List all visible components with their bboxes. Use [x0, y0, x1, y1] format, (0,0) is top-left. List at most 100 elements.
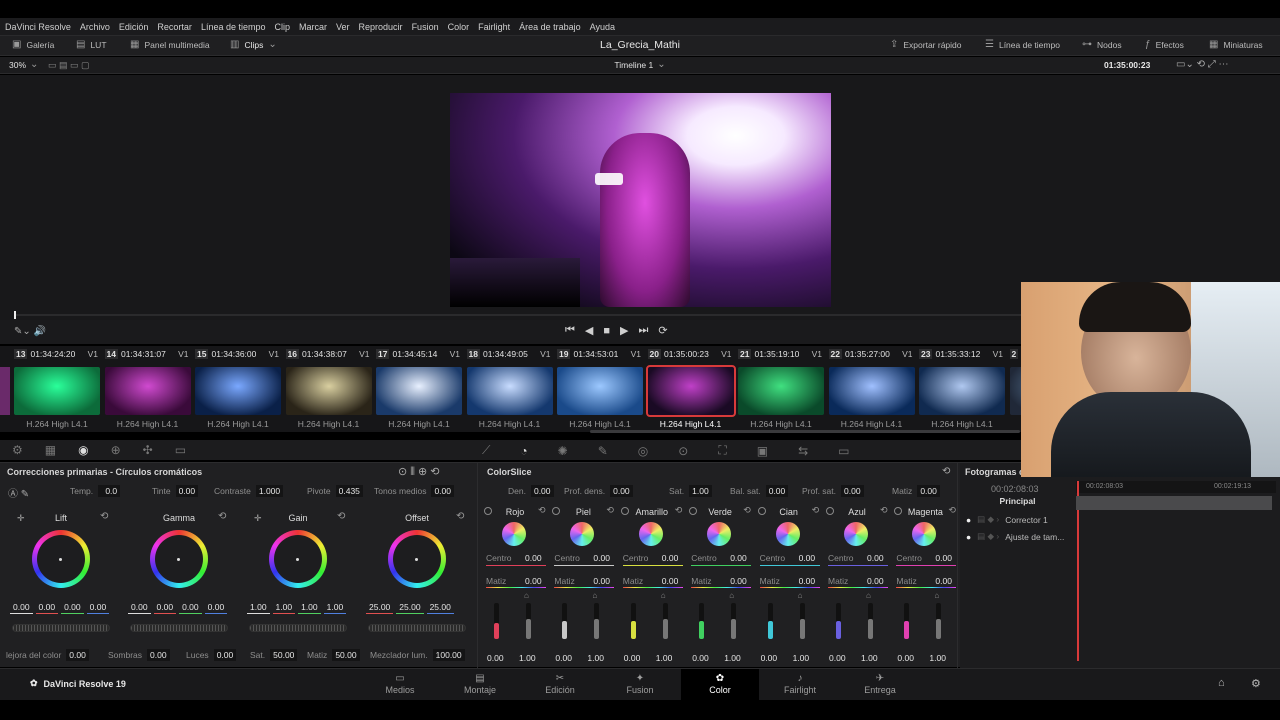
clip-thumbnail[interactable]: 22 01:35:27:00 V1 H.264 High L4.1 — [828, 346, 915, 432]
slice-toggle-icon[interactable] — [552, 507, 561, 515]
keyframe-ruler[interactable]: 00:02:08:03 00:02:19:13 — [1076, 481, 1276, 493]
motion-effects-icon[interactable]: ▭ — [175, 443, 186, 457]
wheel-reset-icon[interactable]: ⟲ — [218, 511, 226, 522]
tab-edición[interactable]: ✂ Edición — [521, 669, 599, 701]
scrubber-playhead[interactable] — [14, 311, 16, 319]
control-value-field[interactable]: 1.000 — [255, 485, 284, 497]
picker-tools[interactable]: ✎⌄ 🔊 — [14, 326, 46, 337]
zoom-select[interactable]: 30% ⌄ — [9, 60, 38, 71]
stop-icon[interactable]: ■ — [603, 325, 610, 337]
wheel-value-field[interactable]: 0.00 — [204, 601, 228, 614]
slice-toggle-icon[interactable] — [484, 507, 492, 515]
slice-hue-value[interactable]: 0.00 — [796, 575, 819, 587]
slice-reset-icon[interactable]: ⟲ — [812, 505, 820, 516]
slice-reset-icon[interactable]: ⟲ — [675, 505, 683, 516]
slice-density-slider[interactable] — [699, 603, 705, 639]
slice-center-value[interactable]: 0.00 — [727, 552, 750, 564]
slice-center-value[interactable]: 0.00 — [590, 552, 613, 564]
color-match-icon[interactable]: ▦ — [45, 443, 56, 457]
slice-saturation-slider[interactable] — [662, 603, 668, 639]
slice-density-slider[interactable] — [836, 603, 841, 639]
menu-item-4[interactable]: Línea de tiempo — [201, 22, 266, 32]
slice-saturation-slider[interactable] — [526, 603, 531, 639]
control-value-field[interactable]: 1.00 — [689, 485, 712, 497]
slice-high-value[interactable]: 1.00 — [516, 652, 539, 664]
slice-toggle-icon[interactable] — [826, 507, 834, 515]
skip-end-icon[interactable]: ⏭ — [639, 324, 649, 337]
wheel-center-dot[interactable] — [296, 558, 299, 561]
control-value-field[interactable]: 0.00 — [530, 485, 554, 497]
thumbnails-button[interactable]: ▦ Miniaturas — [1209, 40, 1263, 51]
slice-high-value[interactable]: 1.00 — [653, 652, 676, 664]
wheel-jog[interactable] — [130, 624, 228, 632]
slice-lock-icon[interactable]: ⌂ — [866, 591, 871, 600]
color-warper-icon[interactable]: ✺ — [558, 444, 568, 458]
tab-entrega[interactable]: ✈ Entrega — [841, 669, 919, 701]
menu-item-2[interactable]: Edición — [119, 22, 149, 32]
keyframe-row-corrector[interactable]: ● ▤ ◆ › Corrector 1 — [966, 514, 1048, 525]
slice-hue-wheel[interactable] — [707, 522, 732, 546]
clip-thumbnail[interactable]: 16 01:34:38:07 V1 H.264 High L4.1 — [285, 346, 372, 432]
slice-hue-value[interactable]: 0.00 — [590, 575, 613, 587]
color-wheels-icon[interactable]: ◉ — [78, 443, 88, 457]
window-icon[interactable]: ◎ — [638, 444, 648, 458]
slice-center-value[interactable]: 0.00 — [659, 552, 682, 564]
clip-thumbnail[interactable]: 18 01:34:49:05 V1 H.264 High L4.1 — [466, 346, 553, 432]
wheel-center-dot[interactable] — [415, 558, 418, 561]
slice-saturation-slider[interactable] — [594, 603, 600, 639]
slice-toggle-icon[interactable] — [894, 507, 903, 515]
slice-hue-value[interactable]: 0.00 — [727, 575, 750, 587]
slice-high-value[interactable]: 1.00 — [584, 652, 607, 664]
viewer-mode-icons[interactable]: ▭ ▤ ▭ ▢ — [48, 60, 90, 71]
slice-density-slider[interactable] — [562, 603, 568, 639]
menu-item-13[interactable]: Ayuda — [590, 22, 615, 32]
slice-lock-icon[interactable]: ⌂ — [798, 591, 803, 600]
control-value-field[interactable]: 50.00 — [270, 649, 298, 661]
slice-density-slider[interactable] — [494, 603, 499, 639]
effects-button[interactable]: ƒ Efectos — [1145, 40, 1184, 51]
loop-icon[interactable]: ⟳ — [658, 324, 667, 337]
wheel-value-field[interactable]: 25.00 — [366, 601, 394, 614]
lut-button[interactable]: ▤ LUT — [76, 40, 107, 51]
timeline-button[interactable]: ☰ Línea de tiempo — [985, 40, 1060, 51]
slice-hue-wheel[interactable] — [502, 522, 526, 546]
video-frame[interactable] — [450, 93, 831, 307]
slice-high-value[interactable]: 1.00 — [926, 652, 949, 664]
skip-start-icon[interactable]: ⏮ — [565, 324, 575, 337]
wheel-value-field[interactable]: 1.00 — [272, 601, 296, 614]
slice-low-value[interactable]: 0.00 — [689, 652, 712, 664]
slice-hue-wheel[interactable] — [638, 522, 663, 546]
slice-lock-icon[interactable]: ⌂ — [729, 591, 734, 600]
wheel-value-field[interactable]: 0.00 — [61, 601, 84, 614]
wheel-value-field[interactable]: 1.00 — [247, 601, 270, 614]
menu-item-5[interactable]: Clip — [274, 22, 290, 32]
control-value-field[interactable]: 0.00 — [431, 485, 454, 497]
wheel-value-field[interactable]: 25.00 — [426, 601, 454, 614]
media-pool-button[interactable]: ▦ Panel multimedia — [130, 40, 210, 51]
slice-lock-icon[interactable]: ⌂ — [592, 591, 597, 600]
wheel-value-field[interactable]: 0.00 — [10, 601, 33, 614]
slice-reset-icon[interactable]: ⟲ — [606, 505, 614, 516]
slice-center-value[interactable]: 0.00 — [932, 552, 955, 564]
viewer-scrubber[interactable] — [14, 314, 1024, 316]
menu-item-0[interactable]: DaVinci Resolve — [5, 22, 71, 32]
slice-lock-icon[interactable]: ⌂ — [934, 591, 939, 600]
wheel-value-field[interactable]: 0.00 — [128, 601, 151, 614]
slice-high-value[interactable]: 1.00 — [721, 652, 744, 664]
control-value-field[interactable]: 0.00 — [66, 649, 89, 661]
viewer-option-icons[interactable]: ▭⌄ ⟲ ⤢ ⋯ — [1176, 59, 1229, 70]
wheel-center-dot[interactable] — [177, 558, 180, 561]
control-value-field[interactable]: 0.00 — [147, 649, 170, 661]
menu-item-11[interactable]: Fairlight — [478, 22, 510, 32]
gallery-button[interactable]: ▣ Galería — [12, 40, 54, 51]
slice-low-value[interactable]: 0.00 — [826, 652, 849, 664]
tab-medios[interactable]: ▭ Medios — [361, 669, 439, 701]
clip-thumbnail[interactable]: 20 01:35:00:23 V1 H.264 High L4.1 — [645, 346, 736, 432]
menu-item-12[interactable]: Área de trabajo — [519, 22, 581, 32]
slice-density-slider[interactable] — [904, 603, 910, 639]
slice-hue-wheel[interactable] — [570, 522, 595, 546]
clip-thumbnail[interactable]: 17 01:34:45:14 V1 H.264 High L4.1 — [376, 346, 462, 432]
nodes-button[interactable]: ⊶ Nodos — [1082, 40, 1122, 51]
wheel-value-field[interactable]: 0.00 — [179, 601, 202, 614]
wheel-value-field[interactable]: 25.00 — [396, 601, 424, 614]
